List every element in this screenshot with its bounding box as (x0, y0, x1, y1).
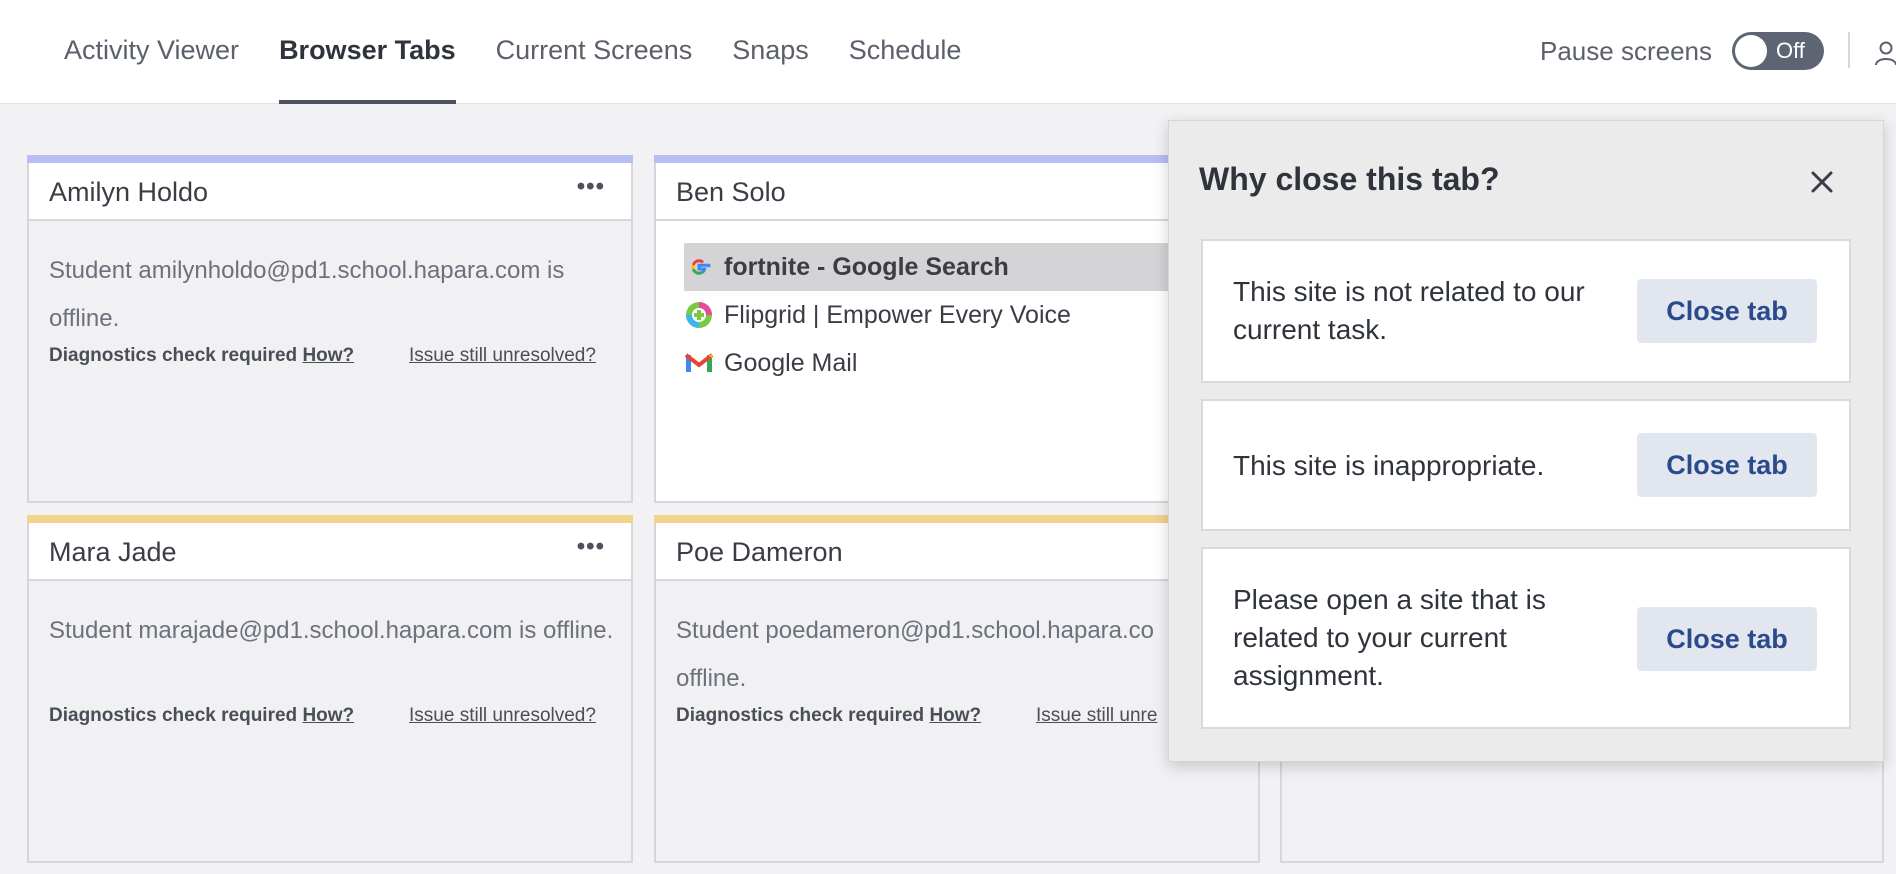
close-tab-button[interactable]: Close tab (1637, 279, 1817, 343)
reason-text: This site is inappropriate. (1233, 450, 1545, 481)
tab-snaps[interactable]: Snaps (732, 0, 809, 104)
close-reason-option: This site is inappropriate. Close tab (1201, 399, 1851, 531)
user-icon[interactable] (1874, 40, 1896, 66)
offline-message-line: offline. (676, 665, 747, 692)
diagnostics-row: Diagnostics check required How? Issue st… (49, 705, 629, 727)
issue-unresolved-link[interactable]: Issue still unresolved? (409, 705, 596, 727)
issue-unresolved-link[interactable]: Issue still unre (1036, 705, 1157, 727)
browser-tab-title: Google Mail (724, 348, 858, 377)
reason-text: Please open a site that is related to yo… (1233, 584, 1546, 691)
card-status-bar (27, 155, 633, 163)
student-name: Poe Dameron (676, 537, 843, 567)
tab-current-screens[interactable]: Current Screens (496, 0, 693, 104)
diagnostics-label: Diagnostics check required (49, 345, 298, 366)
how-link[interactable]: How? (929, 705, 981, 726)
browser-tab-title: Flipgrid | Empower Every Voice (724, 300, 1071, 329)
gmail-icon (684, 353, 714, 372)
reason-text: This site is not related to our current … (1233, 276, 1585, 345)
student-card: Amilyn Holdo ••• Student amilynholdo@pd1… (27, 155, 633, 503)
pause-screens-control: Pause screens Off (1540, 32, 1824, 70)
card-header: Mara Jade ••• (29, 523, 631, 581)
student-card: Mara Jade ••• Student marajade@pd1.schoo… (27, 515, 633, 863)
card-status-bar (27, 515, 633, 523)
issue-unresolved-link[interactable]: Issue still unresolved? (409, 345, 596, 367)
close-tab-dialog: Why close this tab? This site is not rel… (1168, 120, 1884, 762)
toggle-state-label: Off (1775, 38, 1805, 63)
nav-divider (1848, 32, 1850, 68)
how-link[interactable]: How? (302, 345, 354, 366)
pause-screens-label: Pause screens (1540, 35, 1712, 66)
offline-message-line: Student poedameron@pd1.school.hapara.co (676, 617, 1155, 644)
close-reason-option: Please open a site that is related to yo… (1201, 547, 1851, 729)
google-icon (691, 259, 711, 275)
card-header: Amilyn Holdo ••• (29, 163, 631, 221)
pause-screens-toggle[interactable]: Off (1731, 32, 1824, 70)
student-name: Amilyn Holdo (49, 177, 209, 207)
toggle-knob (1734, 35, 1767, 67)
close-tab-button[interactable]: Close tab (1637, 607, 1817, 671)
tab-browser-tabs[interactable]: Browser Tabs (279, 0, 456, 104)
close-icon[interactable] (1805, 165, 1839, 199)
tab-schedule[interactable]: Schedule (849, 0, 962, 104)
student-name: Ben Solo (676, 177, 786, 207)
offline-message: Student poedameron@pd1.school.hapara.co … (676, 607, 1246, 703)
offline-message: Student amilynholdo@pd1.school.hapara.co… (49, 257, 565, 332)
dialog-title: Why close this tab? (1199, 161, 1500, 197)
browser-tab-title: fortnite - Google Search (724, 252, 1009, 281)
close-reason-option: This site is not related to our current … (1201, 239, 1851, 383)
diagnostics-label: Diagnostics check required (49, 705, 298, 726)
offline-message: Student marajade@pd1.school.hapara.com i… (49, 617, 614, 644)
top-navigation-bar: Activity Viewer Browser Tabs Current Scr… (0, 0, 1896, 104)
view-tabs: Activity Viewer Browser Tabs Current Scr… (64, 0, 1001, 104)
more-options-icon[interactable]: ••• (577, 173, 605, 201)
diagnostics-row: Diagnostics check required How? Issue st… (49, 345, 629, 367)
diagnostics-label: Diagnostics check required (676, 705, 925, 726)
more-options-icon[interactable]: ••• (577, 533, 605, 561)
student-name: Mara Jade (49, 537, 177, 567)
tab-activity-viewer[interactable]: Activity Viewer (64, 0, 239, 104)
close-tab-button[interactable]: Close tab (1637, 433, 1817, 497)
flipgrid-icon (686, 302, 712, 328)
how-link[interactable]: How? (302, 705, 354, 726)
